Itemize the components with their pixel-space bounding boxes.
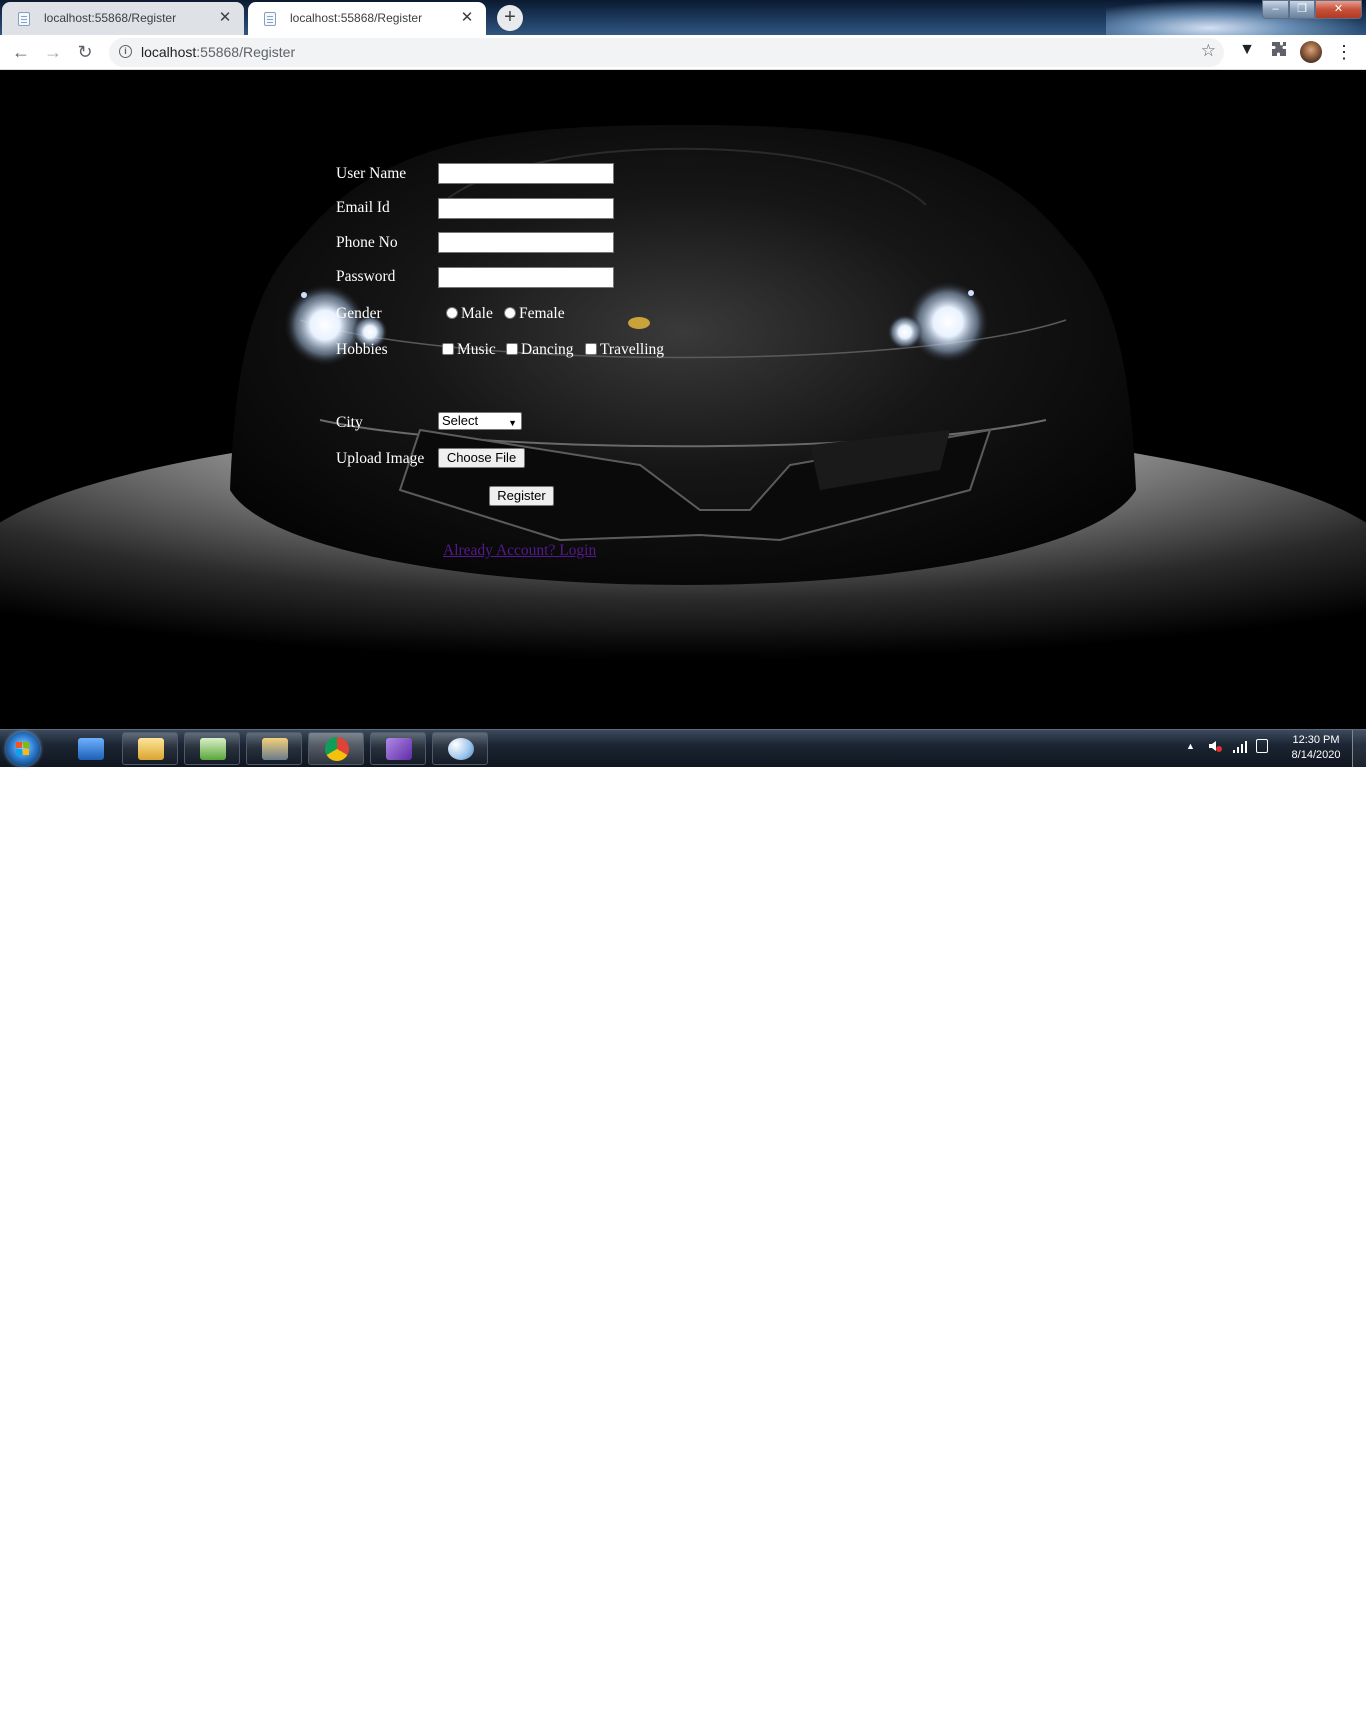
system-clock[interactable]: 12:30 PM 8/14/2020: [1276, 733, 1356, 763]
city-select[interactable]: Select ▼: [438, 412, 522, 430]
tab-title: localhost:55868/Register: [44, 11, 177, 25]
taskbar-chrome[interactable]: [308, 732, 364, 765]
download-icon[interactable]: ▼: [1236, 41, 1258, 63]
hobby-music-label: Music: [457, 341, 496, 358]
phone-input[interactable]: [438, 232, 614, 253]
register-button[interactable]: Register: [489, 486, 554, 506]
new-tab-button[interactable]: +: [497, 5, 523, 31]
gender-female-label: Female: [519, 305, 565, 322]
tab-close-icon[interactable]: ✕: [216, 9, 234, 27]
password-label: Password: [336, 268, 396, 285]
tab-register-2[interactable]: localhost:55868/Register ✕: [248, 2, 486, 35]
show-desktop-button[interactable]: [1352, 730, 1366, 767]
username-input[interactable]: [438, 163, 614, 184]
hobby-music-checkbox[interactable]: [442, 343, 454, 355]
url-text[interactable]: localhost:55868/Register: [141, 44, 295, 60]
gender-male-radio[interactable]: [446, 307, 458, 319]
tab-title: localhost:55868/Register: [290, 11, 423, 25]
minimize-button[interactable]: –: [1262, 0, 1289, 19]
clock-date: 8/14/2020: [1291, 749, 1341, 761]
tab-register-1[interactable]: localhost:55868/Register ✕: [2, 2, 244, 35]
email-label: Email Id: [336, 199, 390, 216]
hobby-travelling-label: Travelling: [600, 341, 665, 358]
extensions-icon[interactable]: [1268, 41, 1290, 63]
taskbar-paint[interactable]: [432, 732, 488, 765]
hobbies-label: Hobbies: [336, 341, 388, 358]
taskbar-remote-desktop[interactable]: [62, 732, 118, 765]
email-input[interactable]: [438, 198, 614, 219]
chrome-icon: [325, 737, 349, 761]
more-menu-icon[interactable]: ⋮: [1333, 41, 1355, 63]
taskbar-file-explorer[interactable]: [122, 732, 178, 765]
tab-close-icon[interactable]: ✕: [458, 9, 476, 27]
city-selected-value: Select: [442, 413, 479, 428]
city-label: City: [336, 414, 363, 431]
paint-icon: [448, 738, 474, 760]
choose-file-button[interactable]: Choose File: [438, 448, 525, 468]
network-signal-icon[interactable]: [1232, 739, 1248, 753]
clock-time: 12:30 PM: [1292, 734, 1340, 746]
url-path: :55868/Register: [196, 44, 296, 60]
bookmark-star-icon[interactable]: ☆: [1201, 41, 1216, 61]
username-label: User Name: [336, 165, 407, 182]
volume-muted-icon[interactable]: [1208, 739, 1222, 753]
windows-logo-icon: [16, 742, 30, 756]
show-hidden-icons[interactable]: ▲: [1186, 741, 1195, 751]
page-viewport: User Name Email Id Phone No Password Gen…: [0, 70, 1366, 729]
taskbar-notepad[interactable]: [184, 732, 240, 765]
remote-desktop-icon: [78, 738, 104, 760]
hobby-travelling-checkbox[interactable]: [585, 343, 597, 355]
gender-female-radio[interactable]: [504, 307, 516, 319]
tab-strip: localhost:55868/Register ✕ localhost:558…: [0, 0, 1366, 35]
taskbar-tools[interactable]: [246, 732, 302, 765]
start-button[interactable]: [6, 732, 40, 766]
maximize-button[interactable]: ❐: [1289, 0, 1315, 19]
site-info-icon[interactable]: i: [119, 45, 132, 58]
gender-label: Gender: [336, 305, 382, 322]
chevron-down-icon: ▼: [508, 418, 517, 428]
gender-male-label: Male: [461, 305, 493, 322]
notepad-icon: [200, 738, 226, 760]
page-favicon-icon: [264, 12, 276, 26]
forward-icon[interactable]: →: [41, 40, 65, 64]
upload-image-label: Upload Image: [336, 450, 425, 467]
close-window-button[interactable]: ✕: [1315, 0, 1362, 19]
reload-icon[interactable]: ↻: [73, 40, 97, 64]
taskbar-visual-studio[interactable]: [370, 732, 426, 765]
folder-icon: [138, 738, 164, 760]
login-link[interactable]: Already Account? Login: [443, 542, 596, 560]
power-plug-icon[interactable]: [1256, 739, 1268, 753]
visual-studio-icon: [386, 738, 412, 760]
phone-label: Phone No: [336, 234, 398, 251]
tools-icon: [262, 738, 288, 760]
url-host: localhost: [141, 44, 197, 60]
password-input[interactable]: [438, 267, 614, 288]
hobby-dancing-checkbox[interactable]: [506, 343, 518, 355]
register-form: User Name Email Id Phone No Password Gen…: [0, 70, 1366, 729]
page-favicon-icon: [18, 12, 30, 26]
browser-toolbar: ← → ↻ i localhost:55868/Register ☆ ▼ ⋮: [0, 35, 1366, 70]
windows-taskbar: ▲ 12:30 PM 8/14/2020: [0, 729, 1366, 767]
address-bar[interactable]: i localhost:55868/Register ☆: [109, 38, 1224, 67]
back-icon[interactable]: ←: [9, 40, 33, 64]
hobby-dancing-label: Dancing: [521, 341, 574, 358]
profile-avatar[interactable]: [1300, 41, 1322, 63]
